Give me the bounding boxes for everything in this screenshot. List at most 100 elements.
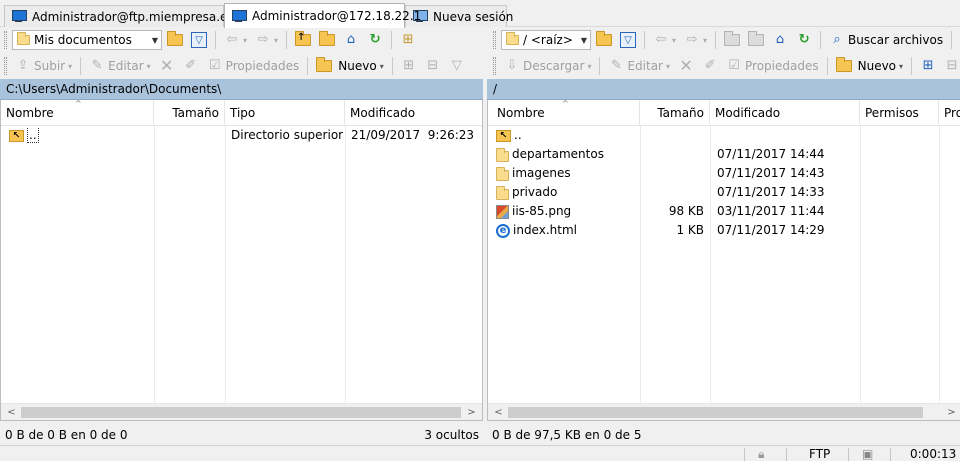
upload-button[interactable]: ⇪ Subir ▾ xyxy=(12,55,75,77)
edit-icon: ✎ xyxy=(91,58,103,73)
home-directory-button[interactable]: ⌂ xyxy=(769,29,791,51)
home-directory-button[interactable]: ⌂ xyxy=(340,29,362,51)
chevron-down-icon: ▾ xyxy=(703,35,708,45)
chevron-down-icon: ▾ xyxy=(274,35,279,45)
column-label: Modificado xyxy=(715,106,781,120)
table-row[interactable]: ↖.. xyxy=(488,126,960,145)
scroll-left-icon[interactable]: < xyxy=(490,404,507,420)
refresh-button[interactable]: ↻ xyxy=(793,29,815,51)
right-location-combo[interactable]: / <raíz> ▼ xyxy=(501,30,591,50)
parent-directory-button[interactable] xyxy=(292,29,314,51)
folder-icon xyxy=(496,147,509,162)
plus-box-icon: ⊞ xyxy=(922,58,934,73)
toolbar-grip[interactable] xyxy=(4,31,7,49)
row-name: imagenes xyxy=(512,166,571,180)
column-header-modified[interactable]: Modificado xyxy=(345,100,482,126)
table-row[interactable]: ↖.. Directorio superior 21/09/2017 9:26:… xyxy=(1,126,482,145)
properties-button[interactable]: ☑ Propiedades xyxy=(204,55,303,77)
filter-button[interactable]: ▽ xyxy=(617,29,639,51)
root-folder-icon xyxy=(319,31,336,46)
root-directory-button[interactable] xyxy=(745,29,767,51)
scrollbar-thumb[interactable] xyxy=(508,407,923,418)
open-directory-button[interactable] xyxy=(593,29,615,51)
unselect-button[interactable]: ⊟ xyxy=(941,55,960,77)
refresh-button[interactable]: ↻ xyxy=(364,29,386,51)
row-type: Directorio superior xyxy=(231,128,343,142)
session-elapsed-time: 0:00:13 xyxy=(910,447,957,461)
status-divider xyxy=(744,448,745,461)
toolbar-separator xyxy=(307,57,309,75)
left-file-toolbar: ⇪ Subir ▾ ✎ Editar ▾ ✕ ✐ ☑ Propiedades Nuevo ▾… xyxy=(0,53,485,79)
edit-icon: ✎ xyxy=(611,58,622,73)
tree-icon: ⊞ xyxy=(402,32,414,47)
left-location-combo[interactable]: Mis documentos ▼ xyxy=(12,30,162,50)
hidden-files-count[interactable]: 3 ocultos xyxy=(424,428,479,442)
tree-view-button[interactable]: ⊞ xyxy=(397,29,419,51)
toolbar-grip[interactable] xyxy=(493,31,496,49)
forward-button[interactable]: ⇨ ▾ xyxy=(252,29,281,51)
toolbar-grip[interactable] xyxy=(493,57,496,75)
filter-button[interactable]: ▽ xyxy=(188,29,210,51)
scroll-right-icon[interactable]: > xyxy=(943,404,960,420)
root-folder-icon xyxy=(748,31,765,46)
horizontal-scrollbar[interactable]: < > xyxy=(488,403,960,420)
column-label: Nombre xyxy=(497,106,545,120)
select-all-button[interactable]: ⊞ xyxy=(917,55,939,77)
tab-label: Administrador@ftp.miempresa.edu xyxy=(32,9,243,24)
edit-button[interactable]: ✎ Editar ▾ xyxy=(86,55,154,77)
table-row[interactable]: imagenes 07/11/2017 14:43 xyxy=(488,164,960,183)
edit-button[interactable]: ✎ Editar ▾ xyxy=(605,55,673,77)
column-header-type[interactable]: Tipo xyxy=(225,100,345,126)
tab-session-172-18-22-1[interactable]: Administrador@172.18.22.1 xyxy=(224,3,421,28)
column-header-modified[interactable]: Modificado xyxy=(710,100,860,126)
unselect-button[interactable]: ⊟ xyxy=(422,55,444,77)
select-all-button[interactable]: ⊞ xyxy=(398,55,420,77)
column-header-name[interactable]: ^ Nombre xyxy=(1,100,154,126)
local-file-panel[interactable]: ^ Nombre Tamaño Tipo Modificado ↖.. Dire… xyxy=(0,100,483,421)
forward-button[interactable]: ⇨ ▾ xyxy=(681,29,710,51)
column-header-name[interactable]: ^ Nombre xyxy=(488,100,640,126)
column-header-size[interactable]: Tamaño xyxy=(154,100,225,126)
session-tab-bar: Administrador@ftp.miempresa.edu Administ… xyxy=(0,0,960,28)
column-header-permissions[interactable]: Permisos xyxy=(860,100,939,126)
new-label: Nuevo xyxy=(338,59,377,73)
table-row[interactable]: e index.html 1 KB 07/11/2017 14:29 xyxy=(488,221,960,240)
toolbar-grip[interactable] xyxy=(4,57,7,75)
right-path-bar[interactable]: / xyxy=(487,79,960,100)
table-row[interactable]: privado 07/11/2017 14:33 xyxy=(488,183,960,202)
left-path-bar[interactable]: C:\Users\Administrador\Documents\ xyxy=(0,79,483,100)
download-button[interactable]: ⇩ Descargar ▾ xyxy=(501,55,594,77)
edit-label: Editar xyxy=(108,59,144,73)
delete-button[interactable]: ✕ xyxy=(675,55,697,77)
scroll-left-icon[interactable]: < xyxy=(3,404,20,420)
upload-icon: ⇪ xyxy=(17,58,29,73)
right-location-value: / <raíz> xyxy=(523,33,573,47)
column-header-size[interactable]: Tamaño xyxy=(640,100,710,126)
tab-session-ftp-miempresa[interactable]: Administrador@ftp.miempresa.edu xyxy=(4,5,243,27)
new-button[interactable]: Nuevo ▾ xyxy=(313,55,386,77)
scroll-right-icon[interactable]: > xyxy=(463,404,480,420)
new-button[interactable]: Nuevo ▾ xyxy=(833,55,906,77)
column-header-owner[interactable]: Pro xyxy=(939,100,960,126)
table-row[interactable]: departamentos 07/11/2017 14:44 xyxy=(488,145,960,164)
open-directory-button[interactable] xyxy=(164,29,186,51)
root-directory-button[interactable] xyxy=(316,29,338,51)
scrollbar-thumb[interactable] xyxy=(21,407,461,418)
table-row[interactable]: iis-85.png 98 KB 03/11/2017 11:44 xyxy=(488,202,960,221)
delete-button[interactable]: ✕ xyxy=(156,55,178,77)
refresh-icon: ↻ xyxy=(798,32,810,47)
back-button[interactable]: ⇦ ▾ xyxy=(650,29,679,51)
back-button[interactable]: ⇦ ▾ xyxy=(221,29,250,51)
properties-button[interactable]: ☑ Propiedades xyxy=(723,55,822,77)
rename-button[interactable]: ✐ xyxy=(180,55,202,77)
parent-directory-button[interactable] xyxy=(721,29,743,51)
remote-file-panel[interactable]: ^ Nombre Tamaño Modificado Permisos Pro … xyxy=(487,100,960,421)
horizontal-scrollbar[interactable]: < > xyxy=(1,403,482,420)
find-files-button[interactable]: ⌕ Buscar archivos xyxy=(826,29,946,51)
filter-select-button[interactable]: ▽ xyxy=(446,55,468,77)
filter-icon: ▽ xyxy=(620,32,636,48)
rename-button[interactable]: ✐ xyxy=(699,55,721,77)
column-header-row: ^ Nombre Tamaño Tipo Modificado xyxy=(1,100,482,126)
chevron-down-icon: ▼ xyxy=(580,35,588,45)
edit-label: Editar xyxy=(627,59,663,73)
